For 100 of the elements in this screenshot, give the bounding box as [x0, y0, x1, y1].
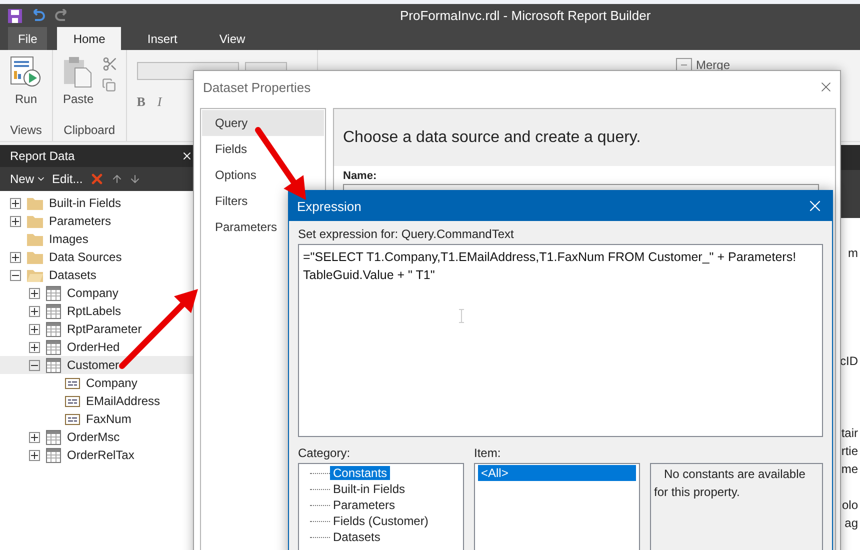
tree-item[interactable]: Datasets [0, 266, 96, 284]
table-icon [46, 430, 61, 444]
expand-icon[interactable] [10, 216, 21, 226]
category-item[interactable]: Datasets [330, 530, 384, 544]
group-label: Clipboard [64, 123, 116, 137]
italic-button[interactable]: I [157, 94, 162, 110]
tree-item[interactable]: FaxNum [0, 410, 132, 428]
expand-icon[interactable] [29, 288, 40, 298]
ribbon-tab[interactable]: Home [57, 27, 122, 50]
tree-item-label: RptParameter [67, 322, 142, 336]
property-text: ag [844, 516, 858, 530]
tree-item[interactable]: Built-in Fields [0, 194, 122, 212]
dialog-title: Expression [297, 198, 362, 214]
folder-icon [27, 214, 43, 228]
tree-item-label: Images [49, 232, 88, 246]
window-title: ProFormaInvc.rdl - Microsoft Report Builder [400, 8, 651, 23]
category-item[interactable]: Fields (Customer) [330, 514, 432, 528]
group-label: Views [10, 123, 42, 137]
field-icon [65, 414, 80, 424]
tree-item-label: FaxNum [86, 412, 132, 426]
property-text: olo [842, 498, 858, 512]
tree-item[interactable]: OrderHed [0, 338, 120, 356]
run-button[interactable]: Run [8, 56, 44, 106]
folder-icon [27, 196, 43, 210]
expand-icon[interactable] [10, 252, 21, 262]
description-text: No constants are available for this property. [654, 466, 806, 501]
tree-item[interactable]: OrderMsc [0, 428, 120, 446]
text-cursor-icon [459, 309, 464, 323]
copy-icon[interactable] [102, 78, 116, 92]
merge-label[interactable]: Merge [696, 58, 730, 72]
move-down-icon[interactable] [128, 173, 141, 185]
category-item[interactable]: Constants [330, 466, 390, 480]
tree-item[interactable]: OrderRelTax [0, 446, 134, 464]
tree-item-label: OrderRelTax [67, 448, 134, 462]
item-label: Item: [474, 446, 502, 460]
save-icon[interactable] [8, 8, 22, 22]
nav-item[interactable]: Options [202, 162, 324, 188]
cut-icon[interactable] [102, 56, 118, 72]
tree-item-label: EMailAddress [86, 394, 160, 408]
table-icon [46, 340, 61, 354]
page-heading: Choose a data source and create a query. [343, 128, 641, 146]
collapse-icon[interactable] [10, 270, 21, 280]
category-label: Category: [298, 446, 352, 460]
tree-item[interactable]: EMailAddress [0, 392, 160, 410]
paste-button[interactable]: Paste [61, 56, 96, 106]
tree-item[interactable]: Company [0, 374, 138, 392]
tree-item[interactable]: RptParameter [0, 320, 142, 338]
property-text: me [841, 462, 858, 476]
new-button[interactable]: New [10, 172, 46, 186]
folder-icon [27, 250, 43, 264]
tree-item-label: OrderMsc [67, 430, 120, 444]
property-text: tair [841, 426, 858, 440]
tree-item[interactable]: RptLabels [0, 302, 122, 320]
list-item[interactable]: <All> [478, 465, 636, 481]
ribbon-tab[interactable]: File [8, 27, 48, 50]
folder-icon [27, 232, 43, 246]
table-icon [46, 358, 61, 372]
tree-item[interactable]: Company [0, 284, 118, 302]
dialog-title: Dataset Properties [203, 80, 311, 94]
property-text: rtie [841, 444, 858, 458]
tree-item-label: Built-in Fields [49, 196, 122, 210]
tree-item-label: RptLabels [67, 304, 122, 318]
field-icon [65, 378, 80, 388]
ribbon-tab[interactable]: Insert [131, 27, 194, 50]
tree-item[interactable]: Data Sources [0, 248, 122, 266]
tree-item[interactable]: Parameters [0, 212, 112, 230]
expand-icon[interactable] [29, 306, 40, 316]
field-icon [65, 396, 80, 406]
expand-icon[interactable] [29, 324, 40, 334]
tree-item-label: Datasets [49, 268, 96, 282]
category-item[interactable]: Parameters [330, 498, 398, 512]
nav-item[interactable]: Fields [202, 136, 324, 162]
ribbon-tab[interactable]: View [203, 27, 262, 50]
paste-icon [63, 56, 94, 88]
tree-item-label: Company [67, 286, 118, 300]
expand-icon[interactable] [29, 432, 40, 442]
collapse-icon[interactable] [29, 360, 40, 370]
tree-item-label: OrderHed [67, 340, 120, 354]
tree-item-label: Company [86, 376, 138, 390]
tree-item[interactable]: Images [0, 230, 88, 248]
category-item[interactable]: Built-in Fields [330, 482, 408, 496]
property-text: m [848, 246, 858, 260]
table-icon [46, 304, 61, 318]
bold-button[interactable]: B [136, 94, 146, 110]
move-up-icon[interactable] [110, 173, 123, 185]
edit-button[interactable]: Edit... [52, 172, 83, 186]
expand-icon[interactable] [29, 450, 40, 460]
tree-item[interactable]: Customer [0, 356, 193, 374]
name-label: Name: [342, 169, 378, 184]
close-icon[interactable] [181, 150, 193, 162]
table-icon [46, 322, 61, 336]
open-folder-icon [27, 268, 43, 282]
expression-field[interactable]: ="SELECT T1.Company,T1.EMailAddress,T1.FaxNum FROM Customer_" + Parameters! TableGuid.Value + " T1" [298, 244, 823, 437]
tree-item-label: Parameters [49, 214, 112, 228]
expand-icon[interactable] [29, 342, 40, 352]
nav-item[interactable]: Query [202, 110, 324, 136]
panel-title: Report Data [10, 149, 75, 163]
expand-icon[interactable] [10, 198, 21, 208]
run-report-icon [10, 56, 42, 88]
table-icon [46, 286, 61, 300]
